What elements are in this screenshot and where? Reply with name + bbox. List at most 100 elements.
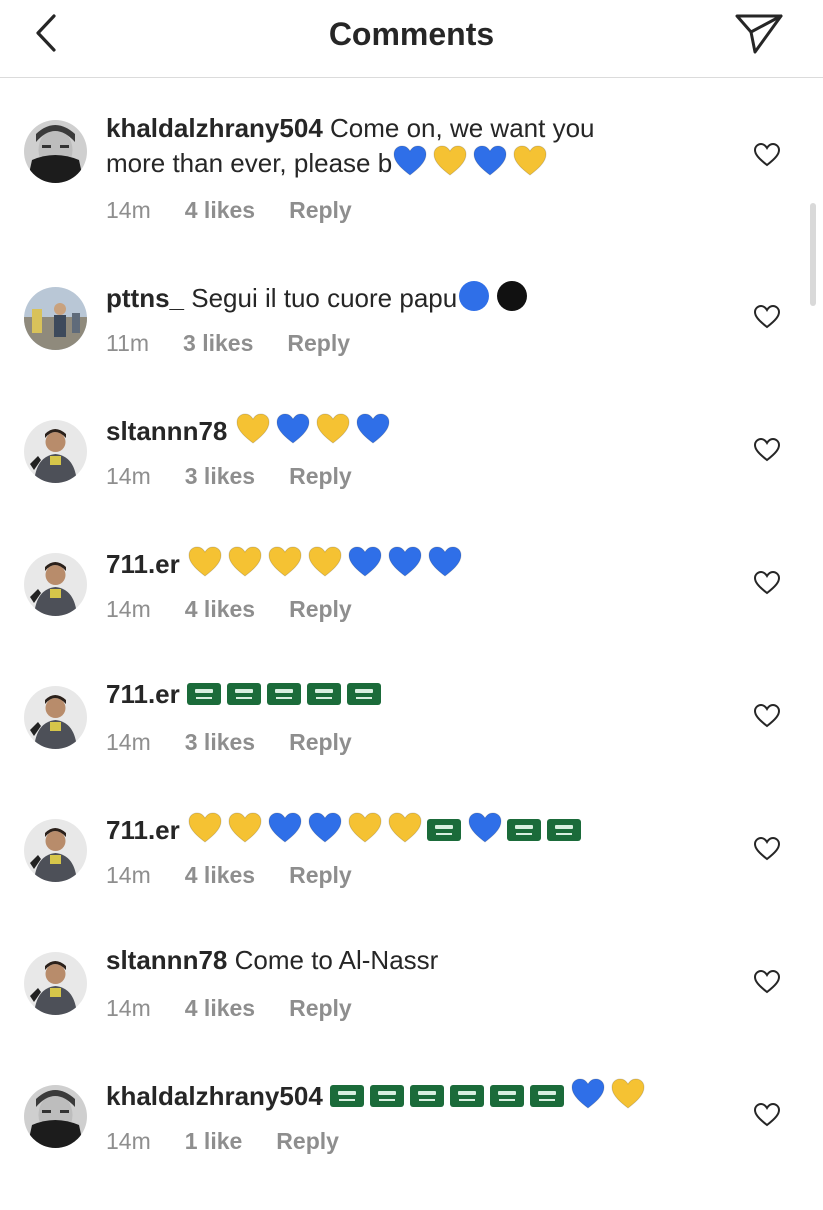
reply-button[interactable]: Reply xyxy=(289,995,352,1022)
blue-heart-icon xyxy=(348,546,382,577)
comment-item: sltannn78 Come to Al-Nassr 14m 4 likes Repl… xyxy=(0,944,823,1077)
yellow-heart-icon xyxy=(268,546,302,577)
comment-likes[interactable]: 3 likes xyxy=(183,330,253,357)
reply-button[interactable]: Reply xyxy=(287,330,350,357)
comment-likes[interactable]: 4 likes xyxy=(185,596,255,623)
yellow-heart-icon xyxy=(228,812,262,843)
comment-likes[interactable]: 3 likes xyxy=(185,729,255,756)
like-button[interactable] xyxy=(753,437,781,463)
comment-likes[interactable]: 3 likes xyxy=(185,463,255,490)
heart-outline-icon xyxy=(753,304,781,329)
avatar[interactable] xyxy=(24,952,87,1015)
yellow-heart-icon xyxy=(433,145,467,176)
comment-username[interactable]: 711.er xyxy=(106,549,180,579)
heart-outline-icon xyxy=(753,703,781,728)
comment-item: 711.er saudi-flagsaudi-flagsaudi-flagsau… xyxy=(0,678,823,811)
avatar[interactable] xyxy=(24,553,87,616)
blue-heart-icon xyxy=(571,1078,605,1109)
like-button[interactable] xyxy=(753,1102,781,1128)
yellow-heart-icon xyxy=(388,812,422,843)
comment-time: 14m xyxy=(106,596,151,622)
avatar[interactable] xyxy=(24,819,87,882)
reply-button[interactable]: Reply xyxy=(289,596,352,623)
comment-meta: 14m 1 like Reply xyxy=(106,1128,339,1155)
avatar[interactable] xyxy=(24,287,87,350)
comment-username[interactable]: sltannn78 xyxy=(106,945,227,975)
comment-time: 14m xyxy=(106,862,151,888)
comment-text: sltannn78 yellow-heartblue-heartyellow-h… xyxy=(106,412,746,447)
comment-time: 14m xyxy=(106,197,151,223)
avatar[interactable] xyxy=(24,1085,87,1148)
yellow-heart-icon xyxy=(236,413,270,444)
comment-text: khaldalzhrany504 saudi-flagsaudi-flagsau… xyxy=(106,1077,746,1112)
saudi-flag-icon xyxy=(506,819,541,841)
comment-item: 711.er yellow-heartyellow-heartblue-hear… xyxy=(0,811,823,944)
reply-button[interactable]: Reply xyxy=(276,1128,339,1155)
reply-button[interactable]: Reply xyxy=(289,862,352,889)
black-circle-icon xyxy=(497,281,528,311)
comment-meta: 14m 3 likes Reply xyxy=(106,729,352,756)
comment-username[interactable]: 711.er xyxy=(106,815,180,845)
blue-heart-icon xyxy=(393,145,427,176)
like-button[interactable] xyxy=(753,836,781,862)
comment-time: 14m xyxy=(106,995,151,1021)
avatar[interactable] xyxy=(24,686,87,749)
share-button[interactable] xyxy=(733,10,785,56)
like-button[interactable] xyxy=(753,142,781,168)
saudi-flag-icon xyxy=(306,683,341,705)
comment-text: 711.er yellow-heartyellow-heartyellow-he… xyxy=(106,545,746,580)
comment-text: 711.er saudi-flagsaudi-flagsaudi-flagsau… xyxy=(106,678,746,710)
comment-text: khaldalzhrany504 Come on, we want you xyxy=(106,112,746,144)
comment-likes[interactable]: 1 like xyxy=(185,1128,243,1155)
yellow-heart-icon xyxy=(308,546,342,577)
comment-username[interactable]: pttns_ xyxy=(106,283,184,313)
comment-time: 14m xyxy=(106,729,151,755)
saudi-flag-icon xyxy=(546,819,581,841)
reply-button[interactable]: Reply xyxy=(289,197,352,224)
like-button[interactable] xyxy=(753,570,781,596)
blue-heart-icon xyxy=(468,812,502,843)
comment-body: Come to Al-Nassr xyxy=(234,945,439,975)
avatar[interactable] xyxy=(24,420,87,483)
comment-item: pttns_ Segui il tuo cuore papublue-circl… xyxy=(0,279,823,412)
avatar[interactable] xyxy=(24,120,87,183)
heart-outline-icon xyxy=(753,570,781,595)
like-button[interactable] xyxy=(753,969,781,995)
heart-outline-icon xyxy=(753,836,781,861)
saudi-flag-icon xyxy=(490,1085,525,1107)
comment-time: 14m xyxy=(106,463,151,489)
saudi-flag-icon xyxy=(410,1085,445,1107)
yellow-heart-icon xyxy=(188,546,222,577)
comment-username[interactable]: khaldalzhrany504 xyxy=(106,113,323,143)
comment-username[interactable]: khaldalzhrany504 xyxy=(106,1081,323,1111)
yellow-heart-icon xyxy=(611,1078,645,1109)
comment-meta: 11m 3 likes Reply xyxy=(106,330,350,357)
blue-heart-icon xyxy=(268,812,302,843)
saudi-flag-icon xyxy=(330,1085,365,1107)
comment-username[interactable]: 711.er xyxy=(106,679,180,709)
page-title: Comments xyxy=(328,16,495,52)
reply-button[interactable]: Reply xyxy=(289,463,352,490)
like-button[interactable] xyxy=(753,703,781,729)
reply-button[interactable]: Reply xyxy=(289,729,352,756)
blue-heart-icon xyxy=(276,413,310,444)
comment-time: 14m xyxy=(106,1128,151,1154)
blue-heart-icon xyxy=(388,546,422,577)
comment-text: 711.er yellow-heartyellow-heartblue-hear… xyxy=(106,811,746,846)
comment-username[interactable]: sltannn78 xyxy=(106,416,227,446)
comment-likes[interactable]: 4 likes xyxy=(185,862,255,889)
blue-circle-icon xyxy=(459,281,490,311)
comment-meta: 14m 4 likes Reply xyxy=(106,197,352,224)
blue-heart-icon xyxy=(308,812,342,843)
paper-plane-icon xyxy=(735,14,783,54)
comment-meta: 14m 4 likes Reply xyxy=(106,862,352,889)
comment-likes[interactable]: 4 likes xyxy=(185,197,255,224)
blue-heart-icon xyxy=(356,413,390,444)
comment-body: Segui il tuo cuore papu xyxy=(191,283,458,313)
comment-likes[interactable]: 4 likes xyxy=(185,995,255,1022)
saudi-flag-icon xyxy=(450,1085,485,1107)
blue-heart-icon xyxy=(428,546,462,577)
heart-outline-icon xyxy=(753,437,781,462)
like-button[interactable] xyxy=(753,304,781,330)
saudi-flag-icon xyxy=(226,683,261,705)
